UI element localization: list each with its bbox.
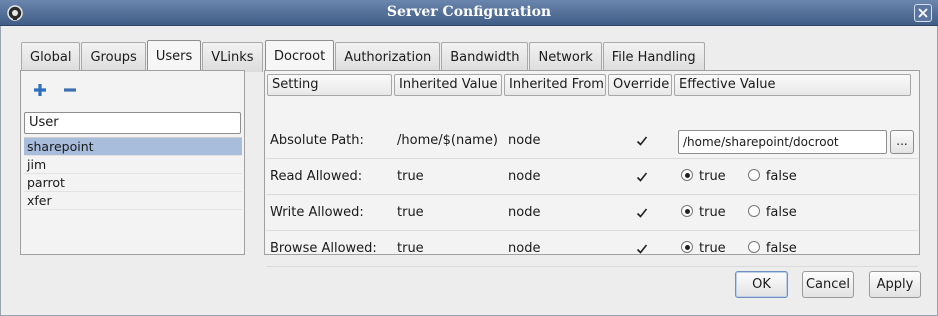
absolute-path-input[interactable]: /home/sharepoint/docroot [678, 130, 887, 154]
tab-users[interactable]: Users [146, 40, 202, 72]
radio-false-label: false [765, 205, 797, 220]
right-tabbar: Docroot Authorization Bandwidth Network … [265, 40, 706, 72]
inherited-from: node [508, 205, 541, 220]
radio-false-label: false [765, 169, 797, 184]
radio-true-label: true [699, 169, 726, 184]
radio-false-indicator[interactable] [747, 169, 760, 181]
radio-false-label: false [765, 241, 797, 256]
radio-true-indicator[interactable] [681, 241, 693, 253]
plus-icon[interactable] [31, 81, 49, 99]
radio-true-label: true [699, 205, 726, 220]
inherited-value: true [397, 169, 424, 184]
list-item-jim[interactable]: jim [24, 156, 242, 174]
table-row: Write Allowed: true node true false [266, 195, 918, 231]
inherited-from: node [508, 133, 541, 148]
setting-label: Browse Allowed: [270, 241, 377, 256]
override-checkbox[interactable] [636, 135, 648, 146]
ok-button[interactable]: OK [735, 271, 788, 298]
radio-true-indicator[interactable] [681, 169, 693, 181]
tab-file-handling[interactable]: File Handling [602, 42, 705, 72]
write-allowed-radio-group: true false [681, 195, 815, 231]
inherited-value: true [397, 241, 424, 256]
radio-false[interactable]: false [747, 195, 797, 231]
tab-docroot[interactable]: Docroot [265, 40, 335, 72]
tab-vlinks[interactable]: VLinks [202, 42, 263, 72]
radio-false-indicator[interactable] [747, 241, 760, 253]
browse-allowed-radio-group: true false [681, 231, 815, 267]
window-title: Server Configuration [386, 4, 552, 20]
override-checkbox[interactable] [636, 207, 648, 218]
radio-false-indicator[interactable] [747, 205, 760, 217]
read-allowed-radio-group: true false [681, 159, 815, 195]
setting-label: Read Allowed: [270, 169, 363, 184]
radio-true[interactable]: true [681, 231, 726, 267]
list-item-xfer[interactable]: xfer [24, 192, 242, 210]
table-row: Read Allowed: true node true false [266, 159, 918, 195]
table-row: Absolute Path: /home/$(name) node /home/… [266, 123, 918, 159]
setting-label: Absolute Path: [270, 133, 364, 148]
table-row: Browse Allowed: true node true false [266, 231, 918, 267]
column-header-inherited-value[interactable]: Inherited Value [394, 74, 502, 96]
column-header-setting[interactable]: Setting [267, 74, 392, 96]
table-header: Setting Inherited Value Inherited From O… [267, 74, 913, 96]
inherited-from: node [508, 169, 541, 184]
user-column-header[interactable]: User [24, 112, 241, 134]
apply-button[interactable]: Apply [869, 271, 921, 298]
user-list: sharepoint jim parrot xfer [24, 137, 242, 251]
close-icon[interactable] [914, 4, 932, 22]
tab-authorization[interactable]: Authorization [335, 42, 441, 72]
inherited-value: /home/$(name) [397, 133, 498, 148]
tab-network[interactable]: Network [529, 42, 602, 72]
minus-icon[interactable] [61, 81, 79, 99]
docroot-panel: Setting Inherited Value Inherited From O… [264, 70, 920, 267]
radio-false[interactable]: false [747, 231, 797, 267]
left-tabbar: Global Groups Users VLinks [21, 40, 264, 72]
title-bar: Server Configuration [0, 0, 938, 26]
radio-true[interactable]: true [681, 159, 726, 195]
list-item-sharepoint[interactable]: sharepoint [24, 138, 242, 156]
browse-button[interactable]: ... [890, 130, 914, 154]
radio-true-indicator[interactable] [681, 205, 693, 217]
radio-true-label: true [699, 241, 726, 256]
column-header-override[interactable]: Override [608, 74, 672, 96]
column-header-effective-value[interactable]: Effective Value [674, 74, 911, 96]
inherited-from: node [508, 241, 541, 256]
tab-groups[interactable]: Groups [81, 42, 146, 72]
column-header-inherited-from[interactable]: Inherited From [504, 74, 606, 96]
dialog-body: Global Groups Users VLinks User sharepoi… [0, 26, 938, 316]
setting-label: Write Allowed: [270, 205, 364, 220]
radio-false[interactable]: false [747, 159, 797, 195]
override-checkbox[interactable] [636, 243, 648, 254]
radio-true[interactable]: true [681, 195, 726, 231]
tab-bandwidth[interactable]: Bandwidth [441, 42, 529, 72]
tab-global[interactable]: Global [21, 42, 81, 72]
inherited-value: true [397, 205, 424, 220]
cancel-button[interactable]: Cancel [802, 271, 854, 298]
users-toolbar [31, 81, 79, 103]
users-panel: User sharepoint jim parrot xfer [20, 70, 245, 255]
list-item-parrot[interactable]: parrot [24, 174, 242, 192]
override-checkbox[interactable] [636, 171, 648, 182]
